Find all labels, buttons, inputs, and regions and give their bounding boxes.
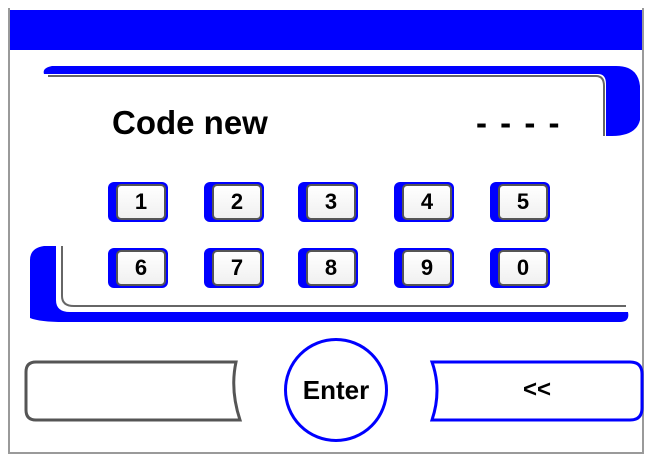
enter-button[interactable]: Enter bbox=[284, 338, 388, 442]
code-value: - - - - bbox=[476, 104, 562, 141]
key-2[interactable]: 2 bbox=[204, 182, 264, 222]
key-1[interactable]: 1 bbox=[108, 182, 168, 222]
key-label: 1 bbox=[116, 184, 166, 220]
key-label: 0 bbox=[498, 250, 548, 286]
key-label: 9 bbox=[402, 250, 452, 286]
key-label: 2 bbox=[212, 184, 262, 220]
key-7[interactable]: 7 bbox=[204, 248, 264, 288]
code-label: Code new bbox=[112, 104, 268, 141]
key-label: 4 bbox=[402, 184, 452, 220]
back-button[interactable]: << bbox=[430, 362, 644, 418]
key-5[interactable]: 5 bbox=[490, 182, 550, 222]
key-label: 3 bbox=[306, 184, 356, 220]
key-9[interactable]: 9 bbox=[394, 248, 454, 288]
left-action-button[interactable] bbox=[26, 362, 242, 418]
key-8[interactable]: 8 bbox=[298, 248, 358, 288]
key-6[interactable]: 6 bbox=[108, 248, 168, 288]
key-label: 7 bbox=[212, 250, 262, 286]
key-4[interactable]: 4 bbox=[394, 182, 454, 222]
key-label: 8 bbox=[306, 250, 356, 286]
key-label: 6 bbox=[116, 250, 166, 286]
key-3[interactable]: 3 bbox=[298, 182, 358, 222]
key-label: 5 bbox=[498, 184, 548, 220]
key-0[interactable]: 0 bbox=[490, 248, 550, 288]
